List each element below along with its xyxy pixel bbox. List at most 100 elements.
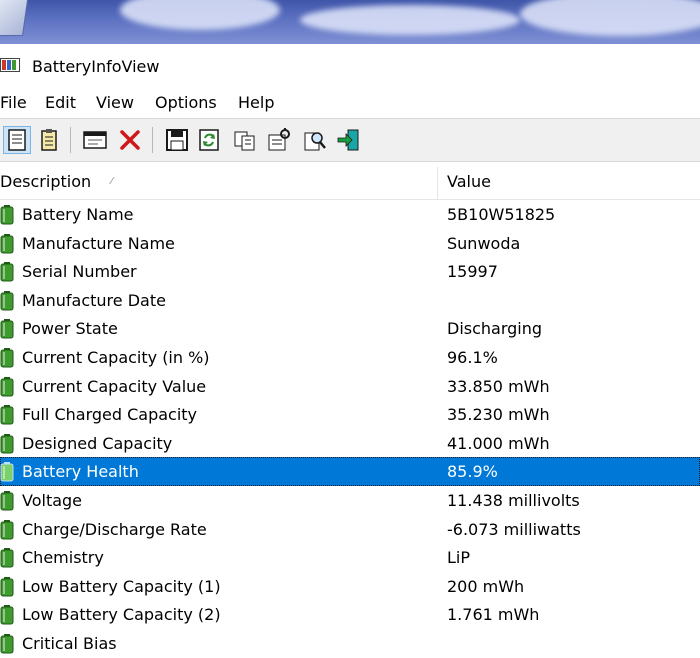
row-description: Power State xyxy=(22,319,118,339)
row-description: Serial Number xyxy=(22,262,137,282)
battery-icon xyxy=(0,634,14,654)
row-value: 1.761 mWh xyxy=(447,605,540,625)
menu-help[interactable]: Help xyxy=(238,93,274,112)
menu-view[interactable]: View xyxy=(96,93,134,112)
table-row[interactable]: Power State Discharging xyxy=(0,314,700,343)
toolbar-separator xyxy=(70,127,71,153)
menu-edit[interactable]: Edit xyxy=(45,93,76,112)
copy-icon xyxy=(234,131,255,151)
toolbar xyxy=(0,118,700,162)
battery-icon xyxy=(0,519,14,540)
table-row[interactable]: Manufacture Name Sunwoda xyxy=(0,229,700,258)
menu-file[interactable]: File xyxy=(0,93,27,112)
desktop-icon[interactable] xyxy=(0,0,29,36)
list-header: Description ⁄ Value xyxy=(0,163,700,200)
html-report-icon xyxy=(41,129,57,151)
row-description: Critical Bias xyxy=(22,634,117,653)
save-button[interactable] xyxy=(164,127,190,153)
table-row[interactable]: Critical Bias xyxy=(0,629,700,658)
row-value: 15997 xyxy=(447,262,498,282)
row-description: Designed Capacity xyxy=(22,433,173,453)
battery-icon xyxy=(0,290,14,311)
title-bar[interactable]: BatteryInfoView xyxy=(0,44,700,88)
column-header-value[interactable]: Value xyxy=(447,172,491,191)
battery-icon xyxy=(0,319,14,339)
row-value: -6.073 milliwatts xyxy=(447,519,581,539)
row-description: Battery Health xyxy=(22,462,139,482)
table-row[interactable]: Serial Number 15997 xyxy=(0,257,700,286)
battery-icon xyxy=(0,233,14,254)
row-description: Charge/Discharge Rate xyxy=(22,519,207,539)
battery-icon xyxy=(0,376,14,397)
row-value: LiP xyxy=(447,548,471,568)
table-row[interactable]: Designed Capacity 41.000 mWh xyxy=(0,429,700,458)
row-description: Current Capacity Value xyxy=(22,376,207,396)
html-report-button[interactable] xyxy=(36,127,62,153)
options-window-icon xyxy=(83,131,107,149)
refresh-button[interactable] xyxy=(196,127,222,153)
refresh-icon xyxy=(199,129,219,151)
options-window-button[interactable] xyxy=(82,127,108,153)
row-value: 41.000 mWh xyxy=(447,433,550,453)
delete-button[interactable] xyxy=(117,127,143,153)
copy-button[interactable] xyxy=(232,127,258,153)
row-description: Low Battery Capacity (1) xyxy=(22,576,221,596)
menu-options[interactable]: Options xyxy=(155,93,217,112)
row-description: Chemistry xyxy=(22,548,104,568)
properties-dialog-button[interactable] xyxy=(266,127,292,153)
sort-ascending-icon: ⁄ xyxy=(111,176,113,187)
row-description: Manufacture Name xyxy=(22,233,175,253)
table-row[interactable]: Voltage 11.438 millivolts xyxy=(0,486,700,515)
table-row[interactable]: Battery Name 5B10W51825 xyxy=(0,200,700,229)
row-value: 200 mWh xyxy=(447,576,525,596)
row-description: Current Capacity (in %) xyxy=(22,348,210,367)
delete-icon xyxy=(120,130,140,150)
row-description: Battery Name xyxy=(22,205,134,224)
exit-button[interactable] xyxy=(336,127,362,153)
row-description: Full Charged Capacity xyxy=(22,405,198,425)
window-title: BatteryInfoView xyxy=(32,57,160,76)
menu-bar: File Edit View Options Help xyxy=(0,88,700,118)
battery-icon xyxy=(0,405,14,425)
battery-icon xyxy=(0,605,14,625)
table-row[interactable]: Low Battery Capacity (1) 200 mWh xyxy=(0,572,700,601)
exit-icon xyxy=(337,129,359,151)
battery-icon xyxy=(0,433,14,454)
row-value: Sunwoda xyxy=(447,233,521,253)
battery-icon xyxy=(0,548,14,568)
row-value: 96.1% xyxy=(447,348,498,367)
battery-icon xyxy=(0,262,14,282)
wallpaper-cloud xyxy=(300,5,520,35)
wallpaper-cloud xyxy=(520,0,700,36)
table-row[interactable]: Current Capacity Value 33.850 mWh xyxy=(0,372,700,401)
table-row[interactable]: Battery Health 85.9% xyxy=(0,457,700,486)
column-header-description[interactable]: Description xyxy=(0,172,91,191)
find-icon xyxy=(304,132,326,151)
table-row[interactable]: Low Battery Capacity (2) 1.761 mWh xyxy=(0,600,700,629)
wallpaper-cloud xyxy=(120,0,280,30)
battery-icon xyxy=(0,576,14,597)
battery-info-list[interactable]: Description ⁄ Value Battery Name 5B10W518… xyxy=(0,163,700,654)
save-icon xyxy=(166,129,188,151)
row-value: 35.230 mWh xyxy=(447,405,550,425)
row-value: 5B10W51825 xyxy=(447,205,556,224)
table-row[interactable]: Chemistry LiP xyxy=(0,543,700,572)
table-row[interactable]: Current Capacity (in %) 96.1% xyxy=(0,343,700,372)
table-row[interactable]: Manufacture Date xyxy=(0,286,700,315)
row-description: Manufacture Date xyxy=(22,290,166,310)
battery-icon xyxy=(0,205,14,225)
column-divider[interactable] xyxy=(437,167,438,199)
row-value: Discharging xyxy=(447,319,543,339)
battery-icon xyxy=(0,491,14,511)
row-value: 85.9% xyxy=(447,462,498,482)
find-button[interactable] xyxy=(302,127,328,153)
app-battery-icon xyxy=(0,58,20,72)
row-value: 11.438 millivolts xyxy=(447,491,580,510)
properties-button[interactable] xyxy=(3,126,31,154)
battery-icon xyxy=(0,462,14,482)
table-row[interactable]: Charge/Discharge Rate -6.073 milliwatts xyxy=(0,515,700,544)
properties-icon xyxy=(8,129,26,151)
row-description: Low Battery Capacity (2) xyxy=(22,605,221,625)
table-row[interactable]: Full Charged Capacity 35.230 mWh xyxy=(0,400,700,429)
properties-dialog-icon xyxy=(268,128,290,151)
